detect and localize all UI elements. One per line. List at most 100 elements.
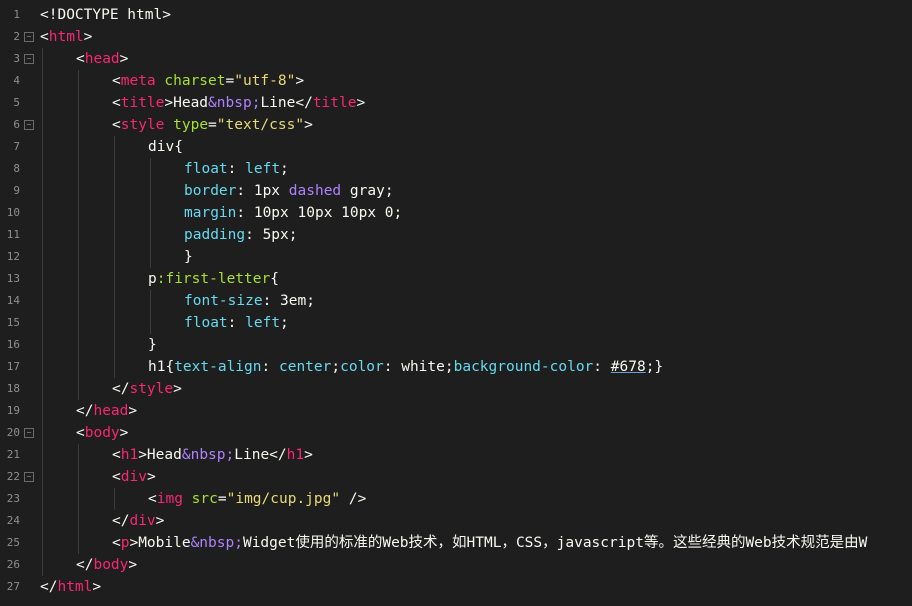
code-token: : (593, 359, 611, 375)
code-line[interactable]: 9 border: 1px dashed gray; (0, 180, 912, 202)
line-number: 6 (13, 118, 20, 131)
code-token: : (227, 315, 246, 331)
code-token: </ (76, 403, 94, 419)
code-token: h1 (286, 447, 305, 463)
code-token: color (340, 359, 384, 375)
line-number: 2 (13, 30, 20, 43)
code-line[interactable]: 12} (0, 246, 912, 268)
code-text[interactable]: <body> (76, 422, 128, 444)
code-text[interactable]: <meta charset="utf-8"> (112, 70, 304, 92)
indent-guide (114, 488, 115, 510)
line-number: 10 (6, 206, 20, 219)
code-line[interactable]: 5 <title>Head&nbsp;Line</title> (0, 92, 912, 114)
code-token: background-color (453, 359, 594, 375)
line-number: 19 (6, 404, 20, 417)
code-text[interactable]: } (148, 334, 157, 356)
code-token: title (312, 95, 357, 111)
code-line[interactable]: 24 </div> (0, 510, 912, 532)
code-line[interactable]: 7 div{ (0, 136, 912, 158)
code-line[interactable]: 18 </style> (0, 378, 912, 400)
code-line[interactable]: 16} (0, 334, 912, 356)
code-line[interactable]: 19 </head> (0, 400, 912, 422)
code-text[interactable]: <html> (40, 26, 92, 48)
code-text[interactable]: <title>Head&nbsp;Line</title> (112, 92, 365, 114)
code-line[interactable]: 10 margin: 10px 10px 10px 0; (0, 202, 912, 224)
code-text[interactable]: div{ (148, 136, 183, 158)
code-text[interactable]: border: 1px dashed gray; (184, 180, 394, 202)
code-text[interactable]: </div> (112, 510, 164, 532)
code-token: p (148, 271, 157, 287)
code-token: meta (120, 73, 156, 89)
fold-toggle-icon[interactable]: − (24, 32, 34, 42)
code-text[interactable]: <img src="img/cup.jpg" /> (148, 488, 366, 510)
code-line[interactable]: 1 <!DOCTYPE html> (0, 4, 912, 26)
line-number: 17 (6, 360, 20, 373)
code-text[interactable]: font-size: 3em; (184, 290, 315, 312)
code-line[interactable]: 6− <style type="text/css"> (0, 114, 912, 136)
line-number: 20 (6, 426, 20, 439)
code-text[interactable]: h1{text-align: center;color: white;backg… (148, 356, 663, 378)
code-token: body (84, 425, 120, 441)
code-text[interactable]: p:first-letter{ (148, 268, 279, 290)
code-token: = (217, 491, 227, 507)
code-line[interactable]: 17 h1{text-align: center;color: white;bac… (0, 356, 912, 378)
code-text[interactable]: float: left; (184, 158, 289, 180)
code-token: border (184, 183, 237, 199)
code-token: ; (280, 315, 289, 331)
line-number: 13 (6, 272, 20, 285)
code-token: img (156, 491, 183, 507)
code-line[interactable]: 20− <body> (0, 422, 912, 444)
code-token: { (270, 271, 279, 287)
line-number: 1 (13, 8, 20, 21)
indent-guide (78, 70, 79, 400)
code-token: :first-letter (156, 271, 271, 287)
indent-guide (150, 158, 151, 268)
fold-toggle-icon[interactable]: − (24, 54, 34, 64)
code-text[interactable]: </body> (76, 554, 137, 576)
indent-guide (114, 136, 115, 378)
code-token: <!DOCTYPE html> (40, 7, 171, 23)
fold-toggle-icon[interactable]: − (24, 472, 34, 482)
code-line[interactable]: 27 </html> (0, 576, 912, 598)
code-text[interactable]: <h1>Head&nbsp;Line</h1> (112, 444, 313, 466)
code-text[interactable]: </style> (112, 378, 182, 400)
code-line[interactable]: 26 </body> (0, 554, 912, 576)
code-text[interactable]: } (184, 246, 193, 268)
code-text[interactable]: float: left; (184, 312, 289, 334)
code-token: type (173, 117, 209, 133)
code-token: ; (331, 359, 341, 375)
code-line[interactable]: 25 <p>Mobile&nbsp;Widget使用的标准的Web技术，如HTML… (0, 532, 912, 554)
code-text[interactable]: <!DOCTYPE html> (40, 4, 171, 26)
code-line[interactable]: 23 <img src="img/cup.jpg" /> (0, 488, 912, 510)
fold-toggle-icon[interactable]: − (24, 428, 34, 438)
code-text[interactable]: <style type="text/css"> (112, 114, 313, 136)
code-token: } (148, 337, 157, 353)
code-token: : (227, 161, 246, 177)
code-text[interactable]: padding: 5px; (184, 224, 298, 246)
code-line[interactable]: 11 padding: 5px; (0, 224, 912, 246)
code-text[interactable]: <head> (76, 48, 128, 70)
code-line[interactable]: 22− <div> (0, 466, 912, 488)
code-text[interactable]: </head> (76, 400, 137, 422)
code-text[interactable]: <div> (112, 466, 156, 488)
code-token: h1 (120, 447, 139, 463)
code-line[interactable]: 2− <html> (0, 26, 912, 48)
code-line[interactable]: 13 p:first-letter{ (0, 268, 912, 290)
code-line[interactable]: 8 float: left; (0, 158, 912, 180)
code-token: center (278, 359, 332, 375)
fold-toggle-icon[interactable]: − (24, 120, 34, 130)
code-editor[interactable]: 1 <!DOCTYPE html> 2− <html> 3− <head> 4 <meta c… (0, 0, 912, 606)
code-line[interactable]: 3− <head> (0, 48, 912, 70)
code-token: >Mobile (129, 535, 191, 551)
code-text[interactable]: <p>Mobile&nbsp;Widget使用的标准的Web技术，如HTML，C… (112, 532, 867, 554)
code-token: < (112, 469, 121, 485)
code-text[interactable]: margin: 10px 10px 10px 0; (184, 202, 402, 224)
code-line[interactable]: 14 font-size: 3em; (0, 290, 912, 312)
line-number: 27 (6, 580, 20, 593)
code-line[interactable]: 4 <meta charset="utf-8"> (0, 70, 912, 92)
indent-guide (42, 48, 43, 576)
code-line[interactable]: 15 float: left; (0, 312, 912, 334)
code-text[interactable]: </html> (40, 576, 101, 598)
code-token: < (112, 535, 121, 551)
code-line[interactable]: 21 <h1>Head&nbsp;Line</h1> (0, 444, 912, 466)
